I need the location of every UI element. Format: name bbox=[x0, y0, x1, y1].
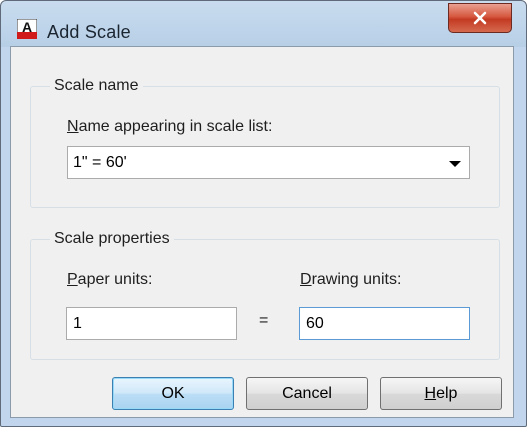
drawing-units-input[interactable]: 60 bbox=[299, 307, 470, 340]
equals-sign: = bbox=[259, 312, 269, 329]
scale-name-group-title: Scale name bbox=[50, 77, 143, 95]
paper-units-label: Paper units: bbox=[67, 271, 153, 288]
scale-list-name-label: Name appearing in scale list: bbox=[67, 118, 273, 135]
close-icon bbox=[473, 11, 487, 25]
cancel-button[interactable]: Cancel bbox=[246, 377, 368, 410]
app-icon-letter: A bbox=[22, 19, 32, 35]
ok-button[interactable]: OK bbox=[112, 377, 234, 410]
title-bar[interactable]: A Add Scale bbox=[1, 1, 526, 49]
close-button[interactable] bbox=[448, 3, 512, 33]
scale-name-value: 1" = 60' bbox=[73, 154, 127, 171]
paper-units-input[interactable]: 1 bbox=[66, 307, 237, 340]
help-button[interactable]: Help bbox=[380, 377, 502, 410]
window-title: Add Scale bbox=[47, 22, 131, 42]
scale-properties-group bbox=[30, 239, 500, 360]
autocad-app-icon: A bbox=[17, 19, 37, 39]
scale-properties-group-title: Scale properties bbox=[50, 230, 174, 248]
dropdown-arrow-icon[interactable] bbox=[449, 161, 461, 167]
drawing-units-label: Drawing units: bbox=[300, 271, 402, 288]
scale-name-combobox[interactable]: 1" = 60' bbox=[67, 146, 470, 179]
